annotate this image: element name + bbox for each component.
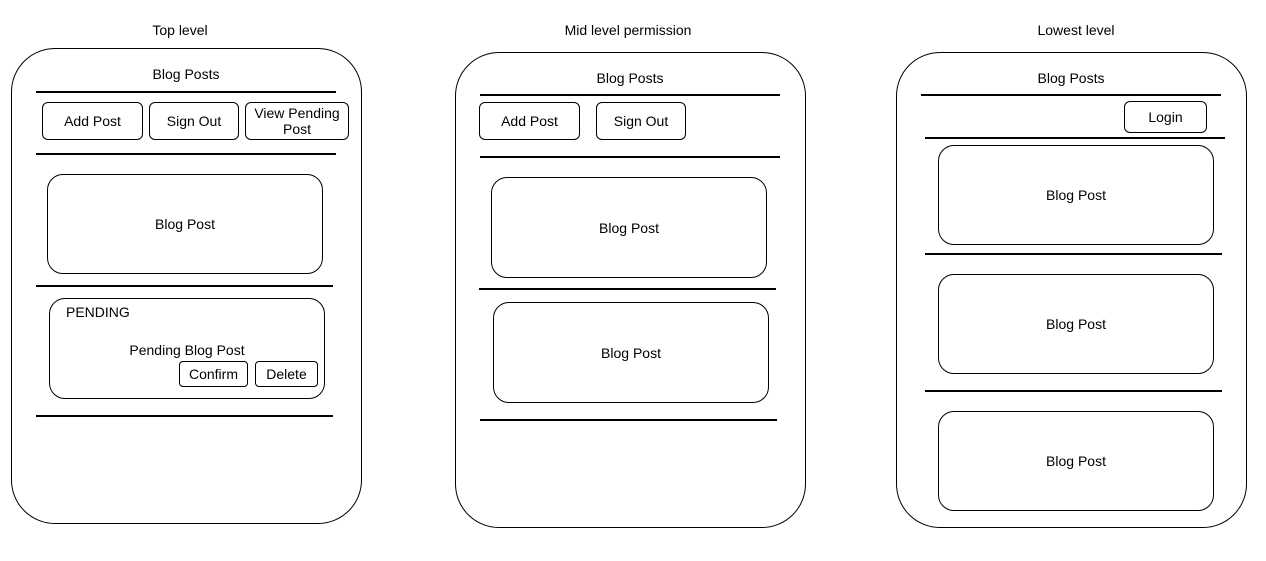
divider	[36, 91, 336, 93]
add-post-button[interactable]: Add Post	[479, 102, 580, 140]
page-title: Blog Posts	[596, 70, 664, 86]
page-title: Blog Posts	[1037, 70, 1105, 86]
sign-out-button[interactable]: Sign Out	[596, 102, 686, 140]
pending-post-title: Pending Blog Post	[129, 342, 245, 358]
blog-post-label: Blog Post	[1046, 316, 1106, 332]
divider	[925, 137, 1225, 139]
divider	[36, 285, 333, 287]
blog-post-card[interactable]: Blog Post	[493, 302, 769, 403]
blog-post-card[interactable]: Blog Post	[491, 177, 767, 278]
pending-tag: PENDING	[66, 304, 130, 320]
add-post-button[interactable]: Add Post	[42, 102, 143, 140]
divider	[921, 94, 1221, 96]
panel-caption-lowest-level: Lowest level	[1037, 22, 1115, 38]
divider	[36, 153, 336, 155]
blog-post-label: Blog Post	[601, 344, 661, 361]
blog-post-card[interactable]: Blog Post	[47, 174, 323, 274]
delete-button[interactable]: Delete	[255, 361, 318, 387]
blog-post-card[interactable]: Blog Post	[938, 411, 1214, 511]
divider	[480, 419, 777, 421]
blog-post-label: Blog Post	[155, 216, 215, 232]
blog-post-label: Blog Post	[1046, 187, 1106, 203]
divider	[925, 253, 1222, 255]
divider	[925, 390, 1222, 392]
blog-post-card[interactable]: Blog Post	[938, 274, 1214, 374]
divider	[479, 288, 776, 290]
blog-post-label: Blog Post	[1046, 453, 1106, 469]
panel-caption-mid-level: Mid level permission	[564, 22, 692, 38]
view-pending-post-button[interactable]: View Pending Post	[245, 102, 349, 140]
divider	[36, 415, 333, 417]
confirm-button[interactable]: Confirm	[179, 361, 248, 387]
blog-post-card[interactable]: Blog Post	[938, 145, 1214, 245]
blog-post-label: Blog Post	[599, 219, 659, 236]
divider	[480, 156, 780, 158]
login-button[interactable]: Login	[1124, 101, 1207, 133]
page-title: Blog Posts	[152, 66, 220, 82]
panel-caption-top-level: Top level	[152, 22, 208, 38]
divider	[480, 94, 780, 96]
sign-out-button[interactable]: Sign Out	[149, 102, 239, 140]
